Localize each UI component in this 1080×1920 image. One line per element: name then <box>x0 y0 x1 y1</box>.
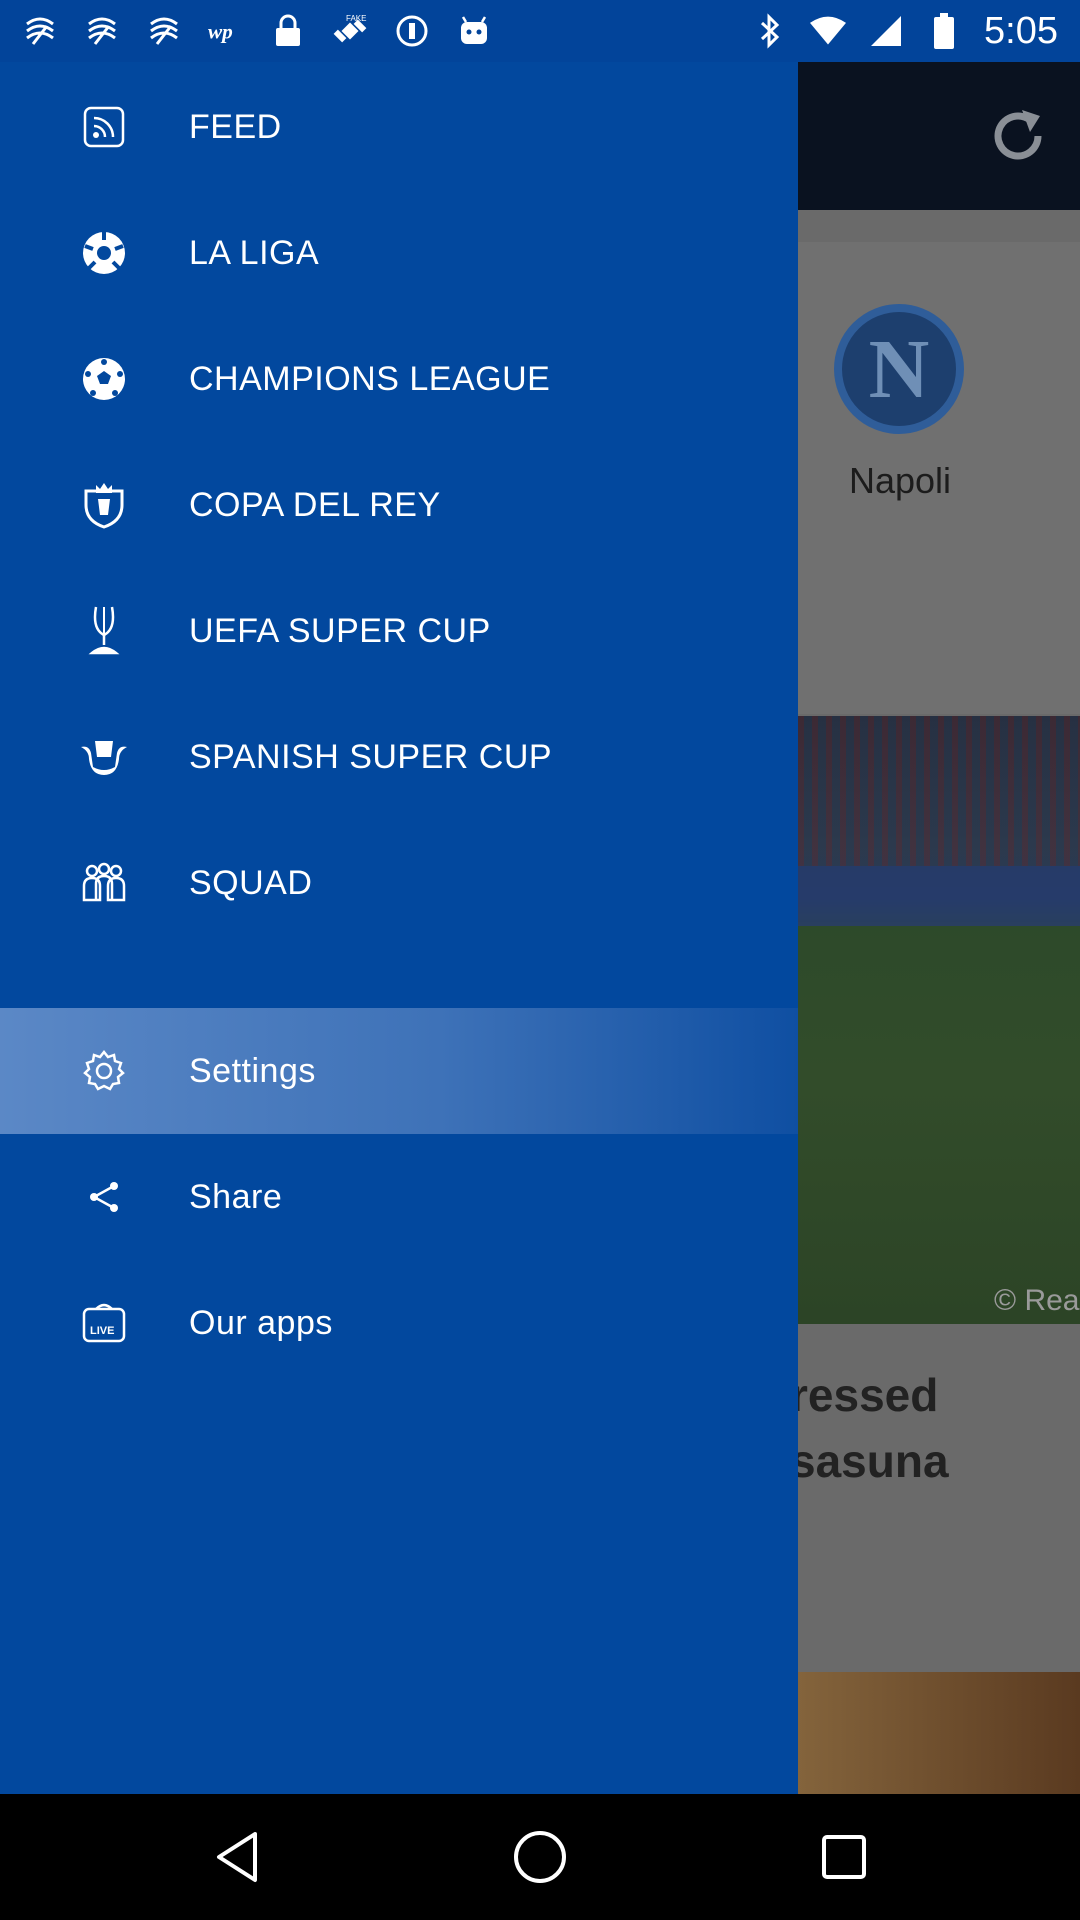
spanish-super-cup-icon <box>78 731 130 783</box>
share-icon <box>78 1171 130 1223</box>
recents-icon[interactable] <box>809 1822 879 1892</box>
squad-icon <box>78 857 130 909</box>
menu-label: UEFA SUPER CUP <box>189 611 491 650</box>
back-icon[interactable] <box>202 1822 272 1892</box>
la-liga-icon <box>78 227 130 279</box>
news-headline[interactable]: ressed sasuna <box>790 1362 949 1494</box>
info-icon <box>394 13 430 49</box>
menu-label: CHAMPIONS LEAGUE <box>189 359 551 398</box>
notification-icons: wp FAKE <box>22 13 492 49</box>
system-status: 5:05 <box>752 10 1058 53</box>
wifi-icon <box>810 13 847 49</box>
menu-item-squad[interactable]: SQUAD <box>0 820 798 946</box>
menu-label: LA LIGA <box>189 233 320 272</box>
gym-app-icon <box>84 13 120 49</box>
menu-label: COPA DEL REY <box>189 485 441 524</box>
menu-item-our-apps[interactable]: LIVE Our apps <box>0 1260 798 1386</box>
photo-credit: © Rea <box>994 1284 1080 1317</box>
refresh-icon[interactable] <box>986 104 1050 168</box>
menu-item-la-liga[interactable]: LA LIGA <box>0 190 798 316</box>
battery-icon <box>926 13 962 49</box>
menu-label: SQUAD <box>189 863 313 902</box>
home-icon[interactable] <box>505 1822 575 1892</box>
feed-icon <box>78 101 130 153</box>
menu-item-settings[interactable]: Settings <box>0 1008 798 1134</box>
champions-league-icon <box>78 353 130 405</box>
menu-label: Our apps <box>189 1303 333 1342</box>
svg-text:LIVE: LIVE <box>90 1325 114 1337</box>
napoli-logo[interactable]: N <box>834 304 964 434</box>
svg-text:FAKE: FAKE <box>346 14 366 23</box>
washington-post-icon: wp <box>208 13 244 49</box>
team-name: Napoli <box>848 460 952 501</box>
gear-icon <box>78 1045 130 1097</box>
menu-item-feed[interactable]: FEED <box>0 64 798 190</box>
bluetooth-icon <box>752 13 788 49</box>
navigation-drawer: FEED LA LIGA CHAMPIONS LEAGUE COPA DEL R… <box>0 62 798 1794</box>
fake-gps-icon: FAKE <box>332 13 368 49</box>
copa-del-rey-icon <box>78 479 130 531</box>
team-logo-letter: N <box>868 322 930 416</box>
menu-item-spanish-super-cup[interactable]: SPANISH SUPER CUP <box>0 694 798 820</box>
menu-label: Settings <box>189 1051 316 1090</box>
live-tv-icon: LIVE <box>78 1297 130 1349</box>
android-icon <box>456 13 492 49</box>
lock-icon <box>270 13 306 49</box>
signal-icon <box>868 13 904 49</box>
menu-item-champions-league[interactable]: CHAMPIONS LEAGUE <box>0 316 798 442</box>
menu-item-uefa-super-cup[interactable]: UEFA SUPER CUP <box>0 568 798 694</box>
menu-item-copa-del-rey[interactable]: COPA DEL REY <box>0 442 798 568</box>
headline-line-1: ressed <box>790 1369 939 1421</box>
clock: 5:05 <box>984 9 1058 52</box>
gym-app-icon <box>22 13 58 49</box>
svg-text:wp: wp <box>208 19 233 43</box>
status-bar: wp FAKE 5:05 <box>0 0 1080 62</box>
menu-item-share[interactable]: Share <box>0 1134 798 1260</box>
menu-label: SPANISH SUPER CUP <box>189 737 553 776</box>
navigation-bar <box>0 1794 1080 1920</box>
uefa-super-cup-icon <box>78 605 130 657</box>
menu-label: Share <box>189 1177 283 1216</box>
gym-app-icon <box>146 13 182 49</box>
headline-line-2: sasuna <box>790 1435 949 1487</box>
menu-label: FEED <box>189 107 282 146</box>
